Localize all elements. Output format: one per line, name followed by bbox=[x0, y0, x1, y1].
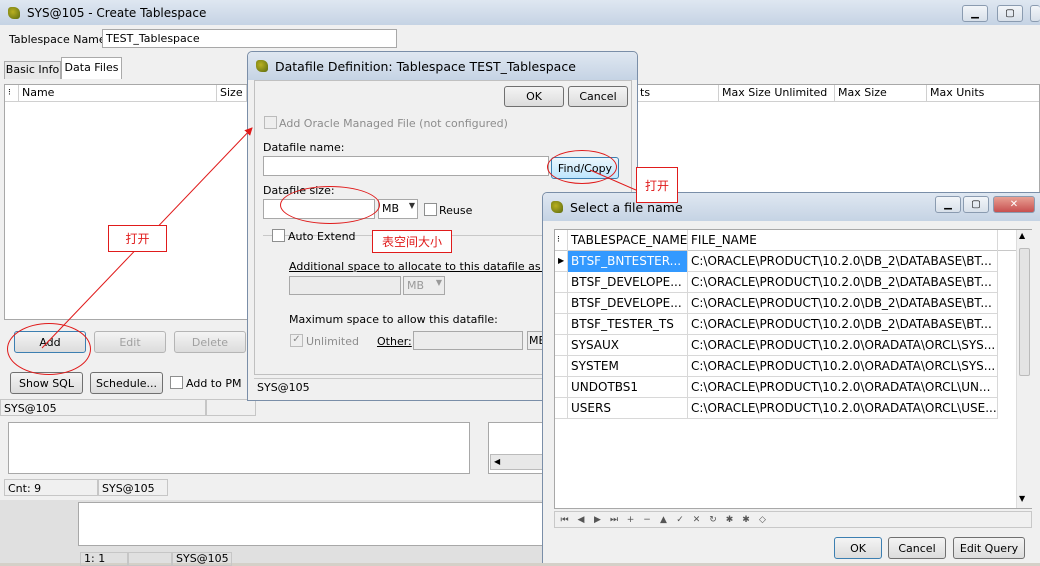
annotation-tablespace-size: 表空间大小 bbox=[372, 230, 452, 253]
annotation-arrows bbox=[41, 127, 653, 349]
annotation-circle-add bbox=[7, 323, 91, 375]
annotation-circle-size bbox=[280, 186, 380, 224]
annotation-open-1: 打开 bbox=[108, 225, 167, 252]
annotation-circle-find bbox=[547, 150, 617, 184]
annotation-open-2: 打开 bbox=[636, 167, 678, 203]
